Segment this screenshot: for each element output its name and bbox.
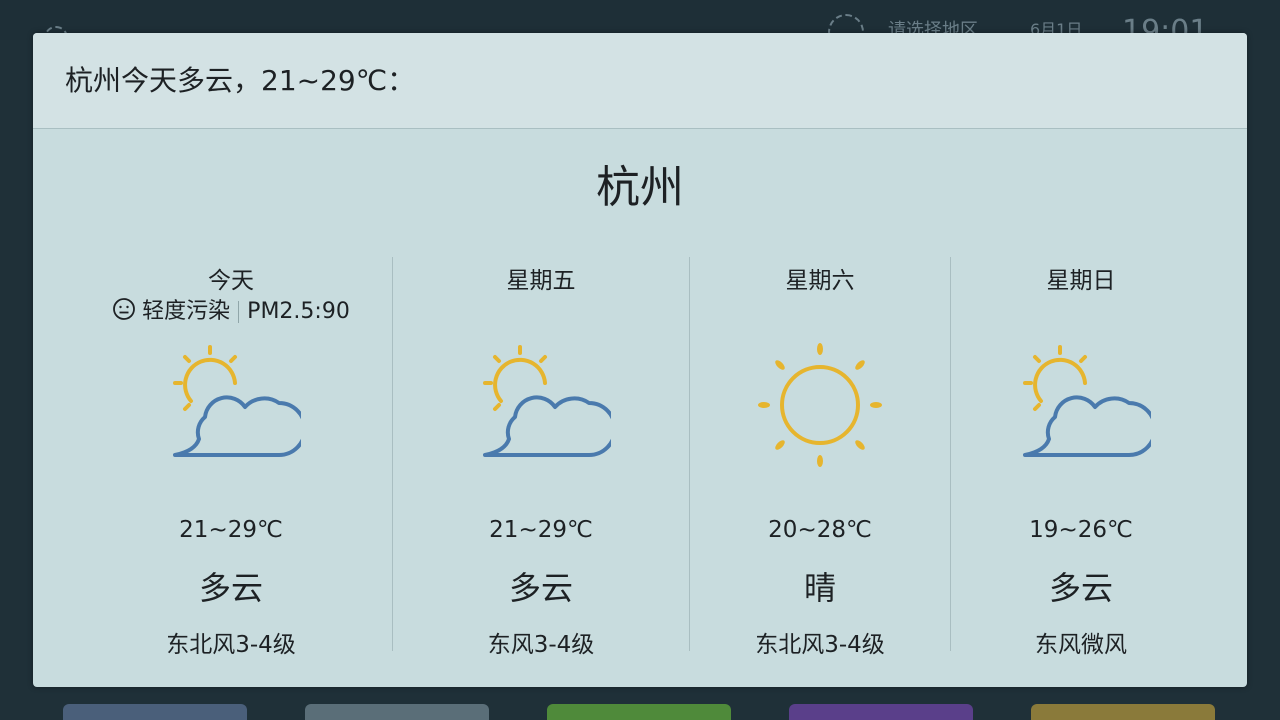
wind-info: 东北风3-4级 xyxy=(755,632,885,658)
launcher-tile[interactable] xyxy=(1031,704,1215,720)
partly-cloudy-icon xyxy=(161,341,307,475)
sunny-icon xyxy=(750,341,890,475)
temperature-range: 21~29℃ xyxy=(179,517,283,543)
temperature-range: 19~26℃ xyxy=(1029,517,1133,543)
weather-condition: 晴 xyxy=(803,569,836,607)
forecast-day-sunday: 星期日 19~26℃ 多云 东风微风 xyxy=(951,253,1211,658)
wind-info: 东风3-4级 xyxy=(487,632,595,658)
weather-condition: 多云 xyxy=(1048,569,1113,607)
partly-cloudy-icon xyxy=(1011,341,1157,475)
partly-cloudy-icon xyxy=(471,341,617,475)
weather-condition: 多云 xyxy=(198,569,263,607)
launcher-tile[interactable] xyxy=(547,704,731,720)
launcher-tile[interactable] xyxy=(63,704,247,720)
launcher-tile[interactable] xyxy=(305,704,489,720)
aqi-separator xyxy=(238,301,240,323)
forecast-day-friday: 星期五 21~29℃ 多云 东风3-4级 xyxy=(393,253,689,658)
launcher-tiles xyxy=(0,704,1280,720)
temperature-range: 20~28℃ xyxy=(768,517,872,543)
city-name: 杭州 xyxy=(596,162,684,213)
air-quality-row: 轻度污染 PM2.5:90 xyxy=(73,293,389,327)
pm25-value: PM2.5:90 xyxy=(247,299,350,324)
day-label: 星期五 xyxy=(506,268,576,294)
wind-info: 东北风3-4级 xyxy=(166,632,296,658)
forecast-day-today: 今天 轻度污染 PM2.5:90 21~29℃ 多云 东北风3-4级 xyxy=(73,253,389,658)
aqi-level: 轻度污染 xyxy=(142,299,231,324)
forecast-day-saturday: 星期六 20~28℃ 晴 东北风3-4级 xyxy=(690,253,950,658)
launcher-tile[interactable] xyxy=(789,704,973,720)
dialog-title: 杭州今天多云，21~29℃： xyxy=(65,64,416,97)
weather-dialog: 杭州今天多云，21~29℃： 杭州 今天 轻度污染 PM2.5:90 21~29… xyxy=(33,33,1247,687)
day-label: 星期六 xyxy=(785,268,855,294)
day-label: 星期日 xyxy=(1046,268,1116,294)
weather-condition: 多云 xyxy=(508,569,573,607)
aqi-face-icon xyxy=(112,297,136,327)
dialog-header: 杭州今天多云，21~29℃： xyxy=(33,33,1247,129)
temperature-range: 21~29℃ xyxy=(489,517,593,543)
day-label: 今天 xyxy=(208,268,254,294)
wind-info: 东风微风 xyxy=(1035,632,1127,658)
